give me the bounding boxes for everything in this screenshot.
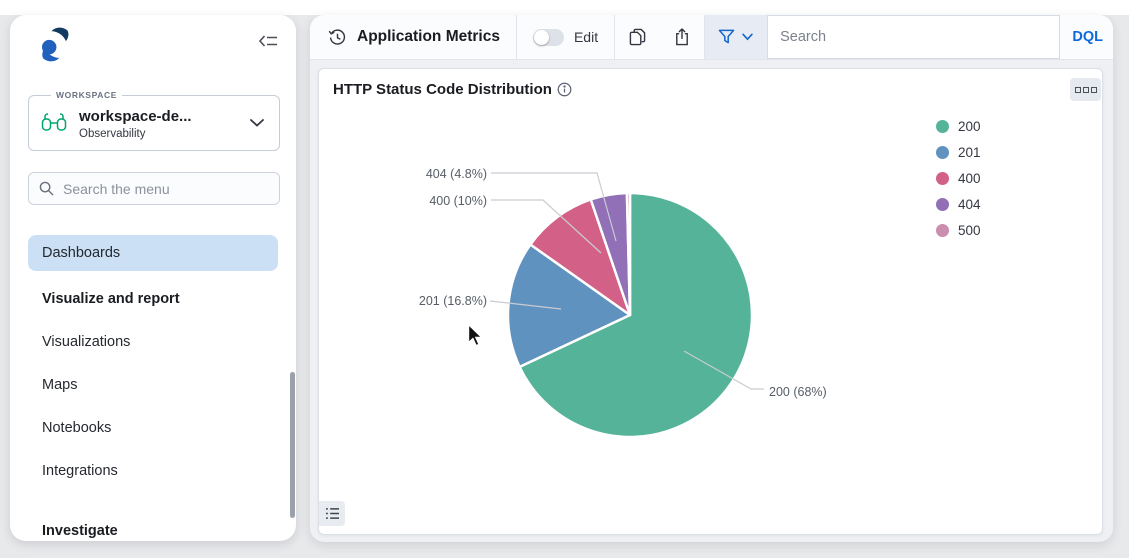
legend-swatch xyxy=(936,120,949,133)
filter-funnel-icon xyxy=(718,29,735,45)
legend-item-500[interactable]: 500 xyxy=(936,217,981,243)
filter-button[interactable] xyxy=(705,15,767,59)
chart-panel: HTTP Status Code Distribution 404 (4.8%)… xyxy=(318,68,1103,535)
sidebar: WORKSPACE workspace-de... Observability … xyxy=(10,15,296,541)
slice-label: 404 (4.8%) xyxy=(426,167,487,181)
workspace-legend-label: WORKSPACE xyxy=(51,90,122,100)
recent-history-icon[interactable] xyxy=(328,28,347,47)
workspace-selector[interactable]: WORKSPACE workspace-de... Observability xyxy=(28,95,280,151)
copy-icon xyxy=(629,28,646,46)
chevron-down-icon xyxy=(249,115,265,133)
window-top-strip xyxy=(0,0,1129,15)
legend-item-201[interactable]: 201 xyxy=(936,139,981,165)
edit-toggle[interactable] xyxy=(533,29,564,46)
list-icon xyxy=(325,507,340,520)
query-language-selector[interactable]: DQL xyxy=(1060,29,1113,45)
chevron-down-icon xyxy=(741,33,754,41)
legend-swatch xyxy=(936,198,949,211)
chart-legend: 200 201 400 404 500 xyxy=(936,113,981,243)
legend-item-400[interactable]: 400 xyxy=(936,165,981,191)
opensearch-logo-icon xyxy=(36,26,74,64)
legend-swatch xyxy=(936,224,949,237)
query-search-input[interactable] xyxy=(767,15,1060,59)
search-icon xyxy=(39,181,54,196)
duplicate-button[interactable] xyxy=(615,15,660,59)
legend-swatch xyxy=(936,146,949,159)
legend-label: 400 xyxy=(958,171,981,186)
sidebar-search-input[interactable] xyxy=(63,181,263,197)
main-window: Application Metrics Edit xyxy=(310,15,1113,542)
sidebar-nav: Dashboards Visualize and report Visualizat… xyxy=(10,235,296,541)
pie-chart[interactable]: 404 (4.8%) 400 (10%) 201 (16.8%) 200 (68%) xyxy=(319,69,1104,536)
binoculars-icon xyxy=(41,112,67,137)
slice-label: 200 (68%) xyxy=(769,385,827,399)
slice-label: 400 (10%) xyxy=(429,194,487,208)
sidebar-item-dashboards[interactable]: Dashboards xyxy=(28,235,278,271)
share-icon xyxy=(674,28,690,46)
legend-label: 200 xyxy=(958,119,981,134)
edit-toggle-group: Edit xyxy=(517,15,614,59)
sidebar-item-visualizations[interactable]: Visualizations xyxy=(30,324,278,360)
sidebar-item-visualize-and-report[interactable]: Visualize and report xyxy=(30,281,278,317)
share-button[interactable] xyxy=(660,15,704,59)
legend-label: 404 xyxy=(958,197,981,212)
legend-item-404[interactable]: 404 xyxy=(936,191,981,217)
workspace-name: workspace-de... xyxy=(79,108,249,125)
workspace-type: Observability xyxy=(79,128,249,140)
workspace-text: workspace-de... Observability xyxy=(79,108,249,140)
legend-label: 201 xyxy=(958,145,981,160)
sidebar-item-notebooks[interactable]: Notebooks xyxy=(30,410,278,446)
legend-swatch xyxy=(936,172,949,185)
sidebar-item-maps[interactable]: Maps xyxy=(30,367,278,403)
sidebar-collapse-button[interactable] xyxy=(256,31,282,53)
sidebar-scrollbar[interactable] xyxy=(290,372,295,518)
sidebar-item-investigate[interactable]: Investigate xyxy=(30,513,278,541)
page-title: Application Metrics xyxy=(357,28,500,46)
legend-label: 500 xyxy=(958,223,981,238)
edit-toggle-label: Edit xyxy=(574,29,598,45)
sidebar-search[interactable] xyxy=(28,172,280,205)
sidebar-header xyxy=(10,15,296,73)
legend-item-200[interactable]: 200 xyxy=(936,113,981,139)
topbar: Application Metrics Edit xyxy=(310,15,1113,60)
sidebar-item-integrations[interactable]: Integrations xyxy=(30,453,278,489)
slice-label: 201 (16.8%) xyxy=(419,294,487,308)
legend-toggle-button[interactable] xyxy=(319,501,345,526)
